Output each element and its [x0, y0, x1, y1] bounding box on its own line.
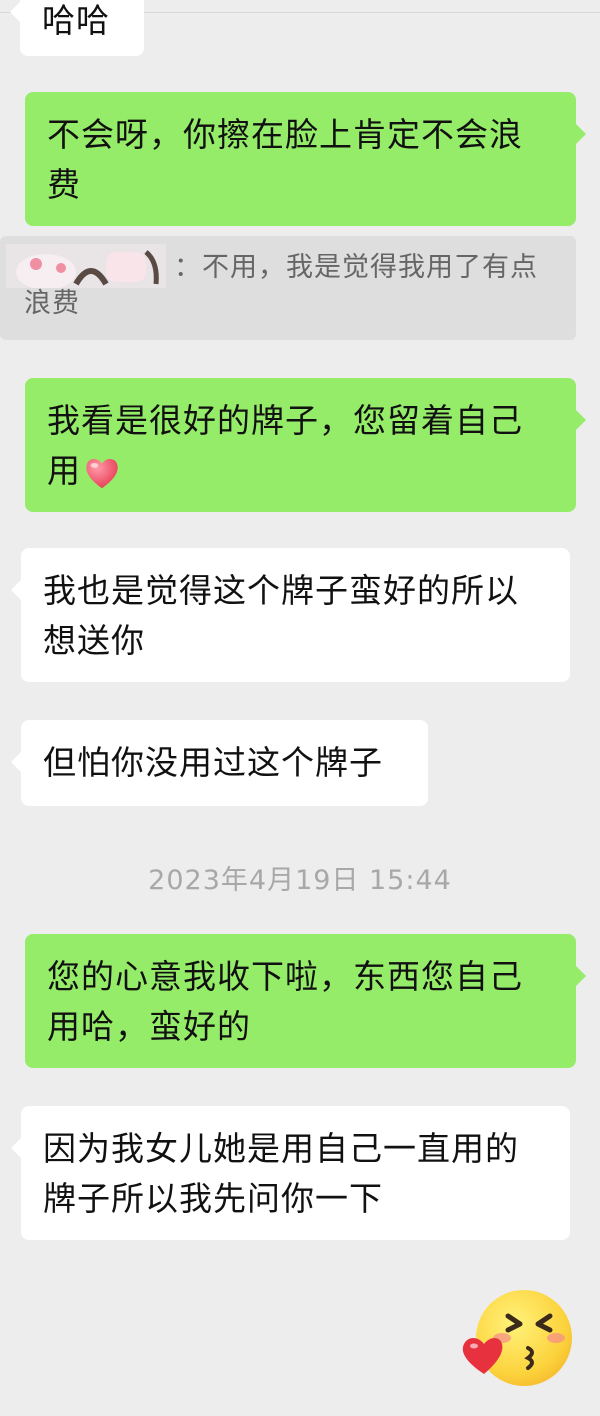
message-text: 但怕你没用过这个牌子: [43, 743, 383, 782]
message-bubble-outgoing[interactable]: 不会呀，你擦在脸上肯定不会浪 费: [25, 92, 586, 226]
quoted-message[interactable]: ：不用，我是觉得我用了有点 浪费: [0, 236, 576, 340]
message-bubble-outgoing[interactable]: 我看是很好的牌子，您留着自己 用: [25, 378, 586, 512]
message-bubble-incoming[interactable]: 但怕你没用过这个牌子: [11, 720, 428, 806]
message-text-line: 不会呀，你擦在脸上肯定不会浪: [47, 115, 523, 154]
message-text-line: 我也是觉得这个牌子蛮好的所以: [43, 571, 519, 610]
message-bubble-incoming[interactable]: 哈哈: [10, 0, 144, 56]
message-text: 哈哈: [42, 1, 110, 40]
message-text-line: 想送你: [43, 621, 145, 660]
message-bubble-incoming[interactable]: 因为我女儿她是用自己一直用的 牌子所以我先问你一下: [11, 1106, 570, 1240]
message-text-line: 费: [47, 165, 81, 204]
quoted-text-line: 浪费: [24, 288, 80, 319]
message-bubble-outgoing[interactable]: 您的心意我收下啦，东西您自己 用哈，蛮好的: [25, 934, 586, 1068]
message-text-line: 您的心意我收下啦，东西您自己: [47, 957, 523, 996]
message-text-line: 我看是很好的牌子，您留着自己: [47, 401, 523, 440]
message-text-line: 牌子所以我先问你一下: [43, 1179, 383, 1218]
message-timestamp: 2023年4月19日 15:44: [148, 865, 452, 896]
message-bubble-incoming[interactable]: 我也是觉得这个牌子蛮好的所以 想送你: [11, 548, 570, 682]
message-text-line: 用哈，蛮好的: [47, 1007, 251, 1046]
message-text-line: 因为我女儿她是用自己一直用的: [43, 1129, 519, 1168]
red-heart-emoji-icon: [86, 458, 118, 488]
kissing-face-sticker-icon[interactable]: [458, 1286, 574, 1390]
message-text-line: 用: [47, 451, 81, 490]
blurred-sender-name-icon: [6, 244, 166, 288]
